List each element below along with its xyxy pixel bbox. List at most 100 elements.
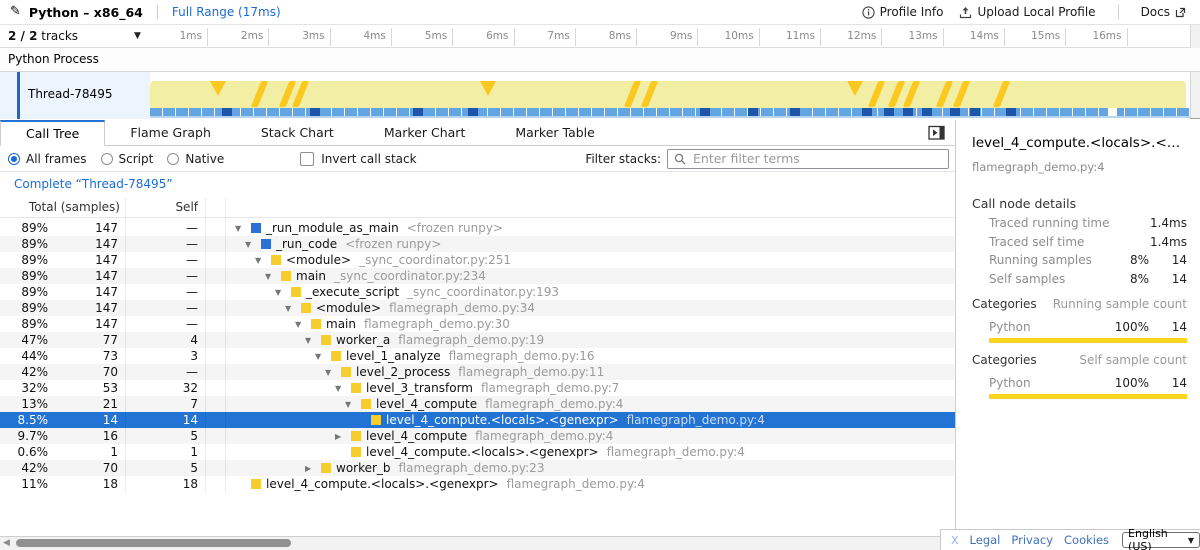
calltree-row[interactable]: 89%147—▼_run_module_as_main<frozen runpy…: [0, 220, 955, 236]
calltree-row[interactable]: 89%147—▼<module>flamegraph_demo.py:34: [0, 300, 955, 316]
yellow-category-icon: [351, 383, 361, 393]
calltree-row[interactable]: 47%774▼worker_aflamegraph_demo.py:19: [0, 332, 955, 348]
total-samples-cell: 1: [52, 445, 118, 459]
tab-marker-table[interactable]: Marker Table: [490, 120, 620, 145]
calltree-row[interactable]: 89%147—▼_run_code<frozen runpy>: [0, 236, 955, 252]
calltree-row[interactable]: 0.6%11level_4_compute.<locals>.<genexpr>…: [0, 444, 955, 460]
calltree-row[interactable]: 89%147—▼<module>_sync_coordinator.py:251: [0, 252, 955, 268]
filter-input[interactable]: [691, 150, 942, 167]
tab-flame-graph[interactable]: Flame Graph: [105, 120, 236, 145]
thread-track-label-area[interactable]: Thread-78495: [0, 72, 150, 119]
calltree-row[interactable]: 42%70—▼level_2_processflamegraph_demo.py…: [0, 364, 955, 380]
total-percent-cell: 89%: [0, 221, 48, 235]
timeline-ruler[interactable]: 1ms2ms3ms4ms5ms6ms7ms8ms9ms10ms11ms12ms1…: [150, 25, 1190, 48]
total-samples-cell: 147: [52, 269, 118, 283]
sample-strip-dark-segment: [950, 108, 960, 116]
radio-script-label[interactable]: Script: [119, 152, 154, 166]
panel-tab-bar: Call TreeFlame GraphStack ChartMarker Ch…: [0, 120, 955, 146]
scroll-left-arrow-icon[interactable]: ◀: [3, 538, 10, 548]
calltree-row[interactable]: 89%147—▼mainflamegraph_demo.py:30: [0, 316, 955, 332]
expanded-twisty-icon[interactable]: ▼: [255, 256, 271, 265]
complete-thread-link[interactable]: Complete “Thread-78495”: [14, 177, 173, 191]
total-samples-cell: 21: [52, 397, 118, 411]
ruler-gridline: [452, 28, 453, 46]
expanded-twisty-icon[interactable]: ▼: [305, 336, 321, 345]
radio-native[interactable]: [167, 153, 179, 165]
thread-activity-graph[interactable]: [150, 72, 1190, 119]
calltree-row[interactable]: 32%5332▼level_3_transformflamegraph_demo…: [0, 380, 955, 396]
self-samples-cell: 32: [130, 381, 198, 395]
expanded-twisty-icon[interactable]: ▼: [345, 400, 361, 409]
ruler-gridline: [759, 28, 760, 46]
tab-stack-chart[interactable]: Stack Chart: [236, 120, 359, 145]
footer-link-privacy[interactable]: Privacy: [1011, 533, 1053, 547]
tab-call-tree[interactable]: Call Tree: [0, 120, 105, 146]
expanded-twisty-icon[interactable]: ▼: [315, 352, 331, 361]
full-range-link[interactable]: Full Range (17ms): [172, 5, 281, 19]
total-samples-cell: 70: [52, 461, 118, 475]
categories-label: Categories: [972, 353, 1037, 367]
calltree-row[interactable]: 8.5%1414level_4_compute.<locals>.<genexp…: [0, 412, 955, 428]
ruler-gridline: [697, 28, 698, 46]
total-percent-cell: 8.5%: [0, 413, 48, 427]
expanded-twisty-icon[interactable]: ▼: [275, 288, 291, 297]
file-location: <frozen runpy>: [407, 221, 503, 235]
header-divider: [157, 5, 158, 19]
tree-cell: level_4_compute.<locals>.<genexpr>flameg…: [335, 445, 745, 459]
filter-input-box[interactable]: [667, 149, 949, 169]
tree-cell: level_4_compute.<locals>.<genexpr>flameg…: [355, 413, 765, 427]
tree-cell: ▼<module>flamegraph_demo.py:34: [285, 301, 535, 315]
tab-marker-chart[interactable]: Marker Chart: [359, 120, 491, 145]
horizontal-scrollbar-thumb[interactable]: [16, 539, 291, 547]
calltree-row[interactable]: 44%733▼level_1_analyzeflamegraph_demo.py…: [0, 348, 955, 364]
expanded-twisty-icon[interactable]: ▼: [265, 272, 281, 281]
detail-label: Self samples: [989, 272, 1065, 286]
invert-call-stack-label[interactable]: Invert call stack: [321, 152, 416, 166]
expanded-twisty-icon[interactable]: ▼: [245, 240, 261, 249]
tracks-dropdown-caret-icon[interactable]: ▼: [134, 31, 141, 41]
ruler-gridline: [820, 28, 821, 46]
calltree-row[interactable]: 89%147—▼main_sync_coordinator.py:234: [0, 268, 955, 284]
firefox-profiler-window: ✎ Python – x86_64 Full Range (17ms) Prof…: [0, 0, 1200, 550]
calltree-row[interactable]: 42%705▶worker_bflamegraph_demo.py:23: [0, 460, 955, 476]
expanded-twisty-icon[interactable]: ▼: [285, 304, 301, 313]
thread-track-row[interactable]: Thread-78495: [0, 72, 1200, 119]
total-percent-cell: 47%: [0, 333, 48, 347]
profile-info-button[interactable]: Profile Info: [862, 5, 944, 19]
footer-close-button[interactable]: X: [951, 534, 959, 547]
category-value: 14: [1111, 376, 1187, 390]
thread-selected-accent: [17, 72, 20, 119]
upload-local-profile-button[interactable]: Upload Local Profile: [959, 5, 1095, 19]
tracks-visibility-button[interactable]: 2 / 2 tracks: [8, 29, 78, 43]
radio-native-label[interactable]: Native: [185, 152, 224, 166]
radio-all-frames-label[interactable]: All frames: [26, 152, 87, 166]
process-track-row[interactable]: Python Process: [0, 48, 1200, 72]
collapsed-twisty-icon[interactable]: ▶: [305, 464, 321, 473]
expanded-twisty-icon[interactable]: ▼: [235, 224, 251, 233]
radio-script[interactable]: [101, 153, 113, 165]
detail-label: Traced running time: [989, 216, 1110, 230]
sidebar-toggle-button[interactable]: [928, 125, 946, 141]
calltree-row[interactable]: 11%1818level_4_compute.<locals>.<genexpr…: [0, 476, 955, 492]
expanded-twisty-icon[interactable]: ▼: [325, 368, 341, 377]
sample-strip-dark-segment: [903, 108, 913, 116]
collapsed-twisty-icon[interactable]: ▶: [335, 432, 351, 441]
ruler-tick-label: 10ms: [708, 30, 754, 42]
language-select[interactable]: English (US) ▼: [1122, 532, 1200, 548]
footer-link-cookies[interactable]: Cookies: [1064, 533, 1109, 547]
search-icon: [674, 153, 686, 165]
calltree-row[interactable]: 13%217▼level_4_computeflamegraph_demo.py…: [0, 396, 955, 412]
footer-link-legal[interactable]: Legal: [970, 533, 1001, 547]
total-samples-cell: 147: [52, 317, 118, 331]
calltree-row[interactable]: 9.7%165▶level_4_computeflamegraph_demo.p…: [0, 428, 955, 444]
header-divider: [1118, 5, 1119, 19]
sample-strip-underline: [150, 116, 1190, 118]
expanded-twisty-icon[interactable]: ▼: [295, 320, 311, 329]
tree-cell: ▼_run_code<frozen runpy>: [245, 237, 441, 251]
invert-call-stack-checkbox[interactable]: [300, 152, 314, 166]
radio-all-frames[interactable]: [8, 153, 20, 165]
calltree-row[interactable]: 89%147—▼_execute_script_sync_coordinator…: [0, 284, 955, 300]
sidebar-detail-row: Running samples8%14: [956, 253, 1200, 269]
docs-link[interactable]: Docs: [1141, 5, 1186, 19]
expanded-twisty-icon[interactable]: ▼: [335, 384, 351, 393]
